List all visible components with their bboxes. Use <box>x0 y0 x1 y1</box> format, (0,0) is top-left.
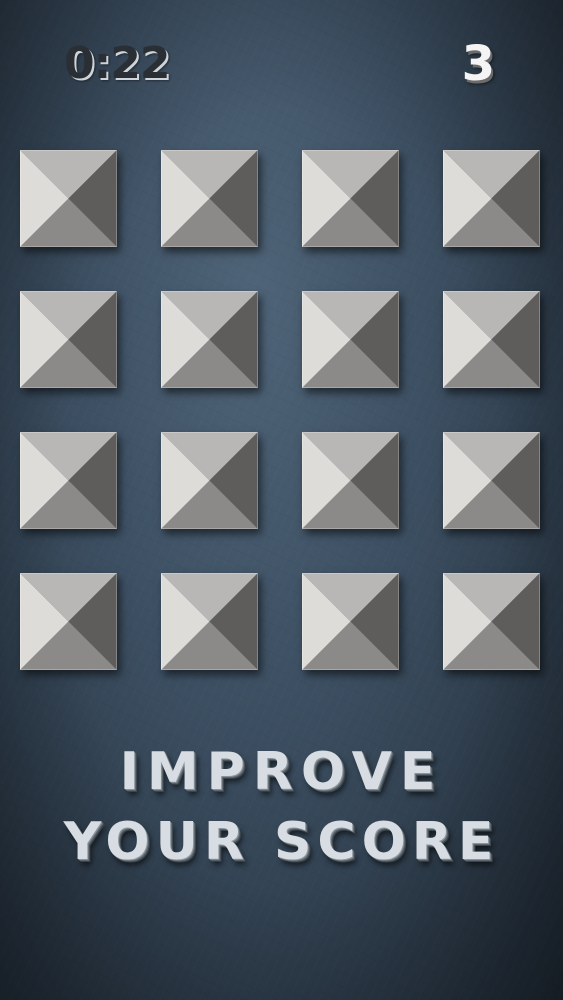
pyramid-tile-graphic <box>20 291 117 388</box>
pyramid-tile[interactable] <box>302 291 399 388</box>
pyramid-tile-graphic <box>302 432 399 529</box>
pyramid-tile-graphic <box>443 573 540 670</box>
pyramid-tile[interactable] <box>161 432 258 529</box>
pyramid-tile-graphic <box>20 432 117 529</box>
pyramid-tile[interactable] <box>161 291 258 388</box>
pyramid-tile[interactable] <box>443 573 540 670</box>
pyramid-tile-graphic <box>161 573 258 670</box>
pyramid-tile[interactable] <box>20 291 117 388</box>
pyramid-tile-graphic <box>161 432 258 529</box>
pyramid-tile-graphic <box>443 150 540 247</box>
pyramid-tile[interactable] <box>443 150 540 247</box>
pyramid-tile[interactable] <box>20 150 117 247</box>
pyramid-tile[interactable] <box>161 573 258 670</box>
pyramid-tile[interactable] <box>161 150 258 247</box>
pyramid-tile-graphic <box>302 291 399 388</box>
pyramid-tile-graphic <box>161 291 258 388</box>
pyramid-tile[interactable] <box>302 432 399 529</box>
pyramid-tile-graphic <box>443 432 540 529</box>
pyramid-tile[interactable] <box>20 573 117 670</box>
pyramid-tile-graphic <box>443 291 540 388</box>
pyramid-tile[interactable] <box>302 573 399 670</box>
pyramid-tile[interactable] <box>443 291 540 388</box>
pyramid-tile[interactable] <box>20 432 117 529</box>
pyramid-tile-graphic <box>20 573 117 670</box>
tile-grid <box>20 150 540 670</box>
banner-line-your-score: YOUR SCORE <box>63 812 500 872</box>
timer-display: 0:22 <box>64 38 170 89</box>
pyramid-tile-graphic <box>20 150 117 247</box>
pyramid-tile[interactable] <box>443 432 540 529</box>
banner-line-improve: IMPROVE <box>119 742 444 802</box>
pyramid-tile-graphic <box>302 573 399 670</box>
pyramid-tile-graphic <box>302 150 399 247</box>
score-display: 3 <box>461 36 495 92</box>
pyramid-tile-graphic <box>161 150 258 247</box>
pyramid-tile[interactable] <box>302 150 399 247</box>
